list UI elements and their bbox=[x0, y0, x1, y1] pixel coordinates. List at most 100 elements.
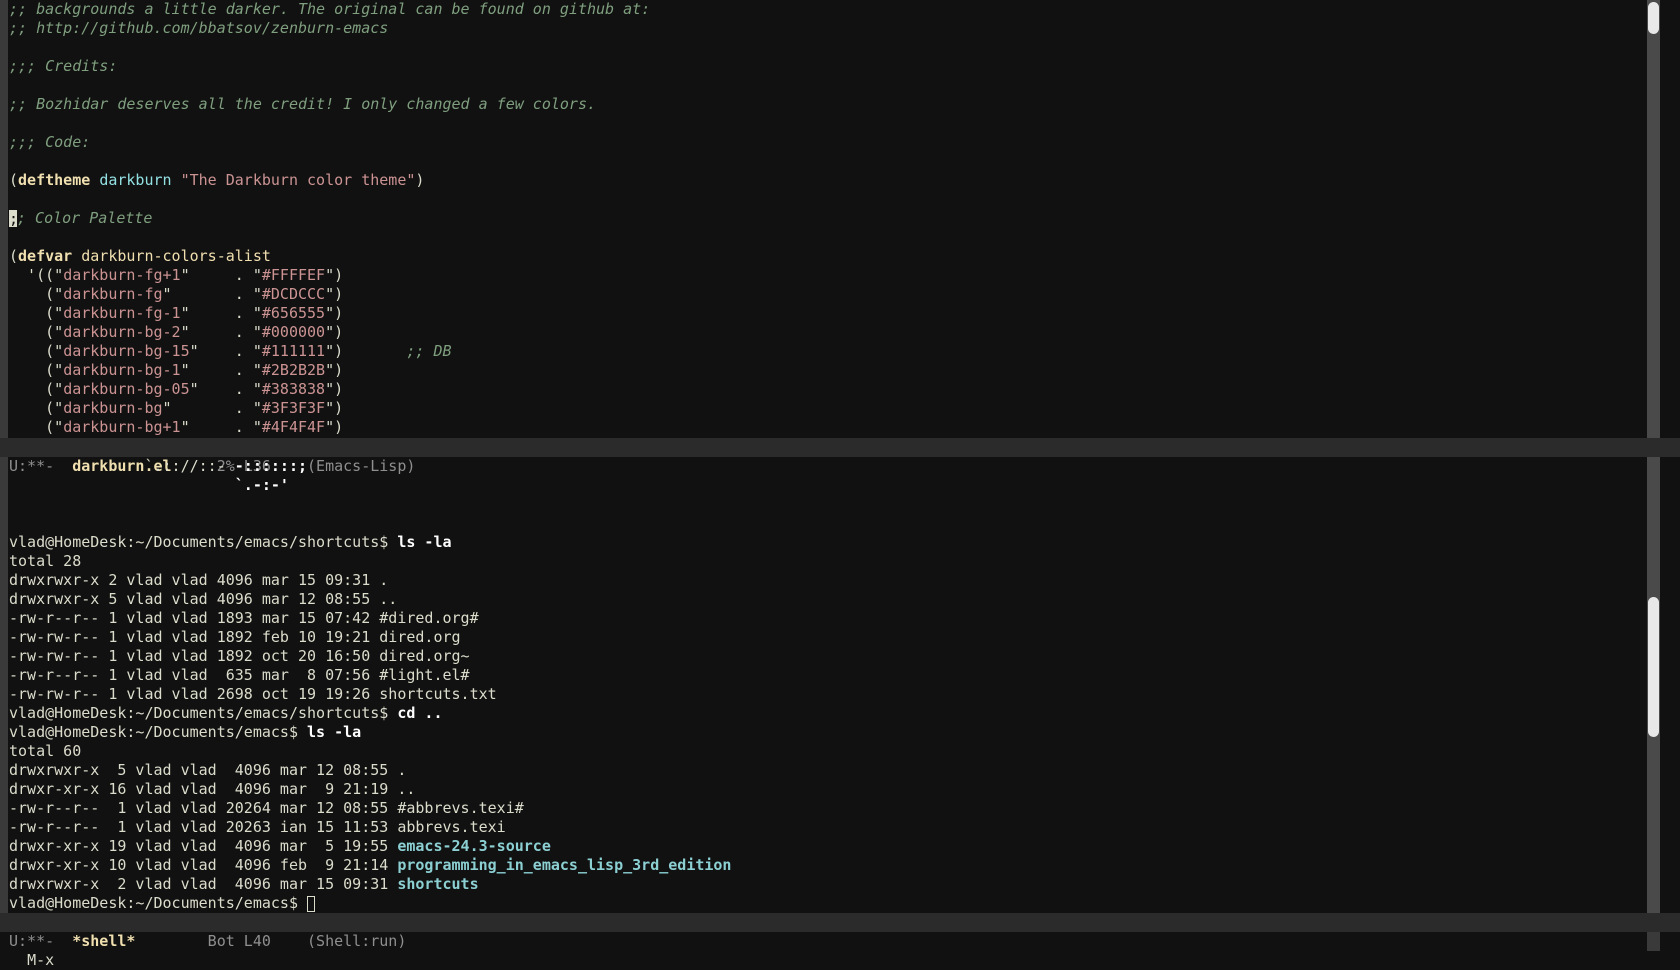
code-line: ;;; Code: bbox=[9, 133, 650, 152]
shell-line: `.-:-' bbox=[9, 476, 731, 495]
code-line: ("darkburn-bg-05" . "#383838") bbox=[9, 380, 650, 399]
minibuffer-prompt: M-x bbox=[27, 951, 55, 969]
code-text: ;; DB bbox=[406, 342, 452, 360]
scrollbar-thumb-top[interactable] bbox=[1648, 2, 1659, 34]
shell-line: -rw-r--r-- 1 vlad vlad 20264 mar 12 08:5… bbox=[9, 799, 731, 818]
shell-line: total 28 bbox=[9, 552, 731, 571]
code-text: " . " bbox=[162, 399, 262, 417]
code-line: (defvar darkburn-colors-alist bbox=[9, 247, 650, 266]
code-text: ") bbox=[325, 304, 344, 322]
shell-line: total 60 bbox=[9, 742, 731, 761]
shell-text: -rw-r--r-- 1 vlad vlad 635 mar 8 07:56 #… bbox=[9, 666, 470, 684]
shell-text: total 60 bbox=[9, 742, 82, 760]
code-text: (" bbox=[9, 323, 64, 341]
code-text: " . " bbox=[189, 380, 262, 398]
code-text: ; Color Palette bbox=[17, 209, 153, 227]
shell-text: vlad@HomeDesk:~/Documents/emacs/shortcut… bbox=[9, 533, 398, 551]
code-text: #DCDCCC bbox=[261, 285, 326, 303]
code-line: ("darkburn-bg-15" . "#111111") ;; DB bbox=[9, 342, 650, 361]
code-text: darkburn-fg+1 bbox=[63, 266, 181, 284]
shell-text: ls -la bbox=[397, 533, 452, 551]
shell-line: drwxr-xr-x 16 vlad vlad 4096 mar 9 21:19… bbox=[9, 780, 731, 799]
code-text: ") bbox=[325, 342, 407, 360]
code-text: darkburn bbox=[99, 171, 172, 189]
shell-text: cd .. bbox=[397, 704, 443, 722]
shell-text: `.-:-' bbox=[234, 476, 289, 494]
code-text: ;; http://github.com/bbatsov/zenburn-ema… bbox=[9, 19, 389, 37]
modeline-buffer-name[interactable]: *shell* bbox=[72, 932, 135, 950]
code-text: ") bbox=[325, 361, 344, 379]
code-text: ") bbox=[325, 266, 344, 284]
scrollbar-bottom[interactable] bbox=[1647, 457, 1660, 913]
text-cursor bbox=[307, 895, 316, 912]
shell-text: ls -la bbox=[307, 723, 362, 741]
scrollbar-thumb-bottom[interactable] bbox=[1648, 597, 1659, 737]
code-text: " . " bbox=[180, 304, 262, 322]
code-text: ") bbox=[325, 323, 344, 341]
code-text: darkburn-bg-05 bbox=[63, 380, 190, 398]
shell-line: -rw-rw-r-- 1 vlad vlad 1892 oct 20 16:50… bbox=[9, 647, 731, 666]
scrollbar-top[interactable] bbox=[1647, 0, 1660, 438]
shell-text: emacs-24.3-source bbox=[397, 837, 551, 855]
minibuffer-scrollbar bbox=[1647, 932, 1660, 951]
code-text: (" bbox=[9, 418, 64, 436]
shell-text bbox=[9, 476, 235, 494]
code-text: darkburn-fg bbox=[63, 285, 163, 303]
code-line: ("darkburn-fg" . "#DCDCCC") bbox=[9, 285, 650, 304]
code-text: darkburn-fg-1 bbox=[63, 304, 181, 322]
code-text: ( bbox=[9, 171, 19, 189]
code-text: ;; backgrounds a little darker. The orig… bbox=[9, 0, 651, 18]
code-text: #FFFFEF bbox=[261, 266, 326, 284]
modeline-mode[interactable]: (Shell:run) bbox=[307, 932, 406, 950]
shell-pane-bottom[interactable]: `.:://::- -::::::; `.-:-' vlad@HomeDesk:~… bbox=[9, 457, 731, 913]
shell-text: drwxrwxr-x 2 vlad vlad 4096 mar 15 09:31… bbox=[9, 571, 389, 589]
left-fringe-bottom bbox=[0, 457, 8, 913]
shell-text: -::::::; bbox=[234, 457, 308, 475]
shell-line: -rw-r--r-- 1 vlad vlad 635 mar 8 07:56 #… bbox=[9, 666, 731, 685]
shell-text: -rw-rw-r-- 1 vlad vlad 2698 oct 19 19:26… bbox=[9, 685, 497, 703]
shell-text: drwxr-xr-x 10 vlad vlad 4096 feb 9 21:14 bbox=[9, 856, 398, 874]
code-text: " . " bbox=[180, 323, 262, 341]
shell-line: drwxr-xr-x 10 vlad vlad 4096 feb 9 21:14… bbox=[9, 856, 731, 875]
shell-text: drwxrwxr-x 5 vlad vlad 4096 mar 12 08:55… bbox=[9, 590, 398, 608]
editor-pane-top[interactable]: ;; backgrounds a little darker. The orig… bbox=[9, 0, 650, 437]
code-line: ;; Bozhidar deserves all the credit! I o… bbox=[9, 95, 650, 114]
code-text: (" bbox=[9, 399, 64, 417]
code-text: " . " bbox=[162, 285, 262, 303]
shell-line: drwxrwxr-x 2 vlad vlad 4096 mar 15 09:31… bbox=[9, 875, 731, 894]
code-text: ;;; Credits: bbox=[9, 57, 118, 75]
shell-text: vlad@HomeDesk:~/Documents/emacs$ bbox=[9, 723, 308, 741]
shell-line: -rw-r--r-- 1 vlad vlad 20263 ian 15 11:5… bbox=[9, 818, 731, 837]
shell-line: vlad@HomeDesk:~/Documents/emacs$ ls -la bbox=[9, 723, 731, 742]
code-text: #656555 bbox=[261, 304, 326, 322]
shell-text: -rw-r--r-- 1 vlad vlad 20264 mar 12 08:5… bbox=[9, 799, 524, 817]
modeline-position: Bot L40 bbox=[135, 932, 308, 950]
shell-text: drwxrwxr-x 5 vlad vlad 4096 mar 12 08:55… bbox=[9, 761, 407, 779]
code-line: ("darkburn-bg-1" . "#2B2B2B") bbox=[9, 361, 650, 380]
shell-line: drwxrwxr-x 2 vlad vlad 4096 mar 15 09:31… bbox=[9, 571, 731, 590]
shell-text: drwxrwxr-x 2 vlad vlad 4096 mar 15 09:31 bbox=[9, 875, 398, 893]
shell-line: -rw-rw-r-- 1 vlad vlad 2698 oct 19 19:26… bbox=[9, 685, 731, 704]
code-line: ;;; Credits: bbox=[9, 57, 650, 76]
code-text: " . " bbox=[189, 342, 262, 360]
code-line: ;; Color Palette bbox=[9, 209, 650, 228]
code-text: #4F4F4F bbox=[261, 418, 326, 436]
code-text: #000000 bbox=[261, 323, 326, 341]
code-line: ("darkburn-bg" . "#3F3F3F") bbox=[9, 399, 650, 418]
code-text: ( bbox=[9, 247, 19, 265]
code-text: #3F3F3F bbox=[261, 399, 326, 417]
code-text: ) bbox=[415, 171, 425, 189]
minibuffer[interactable]: M-x bbox=[9, 932, 54, 969]
code-text: #2B2B2B bbox=[261, 361, 326, 379]
left-fringe-top bbox=[0, 0, 8, 438]
modeline-bottom: U:**- *shell* Bot L40 (Shell:run) bbox=[0, 913, 1680, 950]
shell-text: vlad@HomeDesk:~/Documents/emacs/shortcut… bbox=[9, 704, 398, 722]
code-text: (" bbox=[9, 304, 64, 322]
shell-text: total 28 bbox=[9, 552, 82, 570]
